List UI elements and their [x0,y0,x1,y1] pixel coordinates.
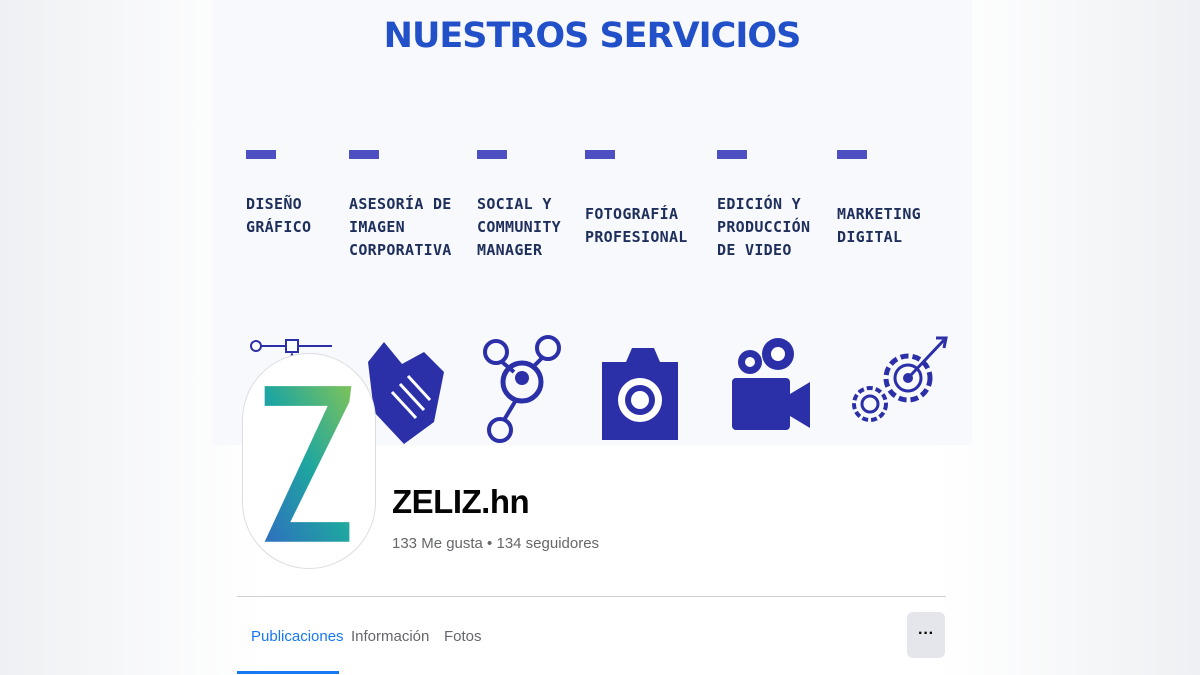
service-edicion-video: EDICIÓN Y PRODUCCIÓN DE VIDEO [717,150,810,262]
service-social-community: SOCIAL Y COMMUNITY MANAGER [477,150,561,262]
tab-informacion[interactable]: Información [351,612,429,662]
service-label: DISEÑO GRÁFICO [246,195,312,236]
service-marketing-digital: MARKETING DIGITAL [837,150,921,249]
service-label: MARKETING DIGITAL [837,205,921,246]
zeliz-z-logo-icon [264,386,352,542]
social-network-icon [482,332,566,444]
divider [237,596,946,597]
service-bar [246,150,276,159]
service-bar [585,150,615,159]
gears-target-icon [850,332,950,444]
service-bar [837,150,867,159]
handshake-icon [364,332,448,444]
tab-fotos[interactable]: Fotos [444,612,482,662]
cover-title: NUESTROS SERVICIOS [383,16,802,56]
profile-picture[interactable] [242,353,376,569]
service-bar [477,150,507,159]
service-bar [717,150,747,159]
service-diseno-grafico: DISEÑO GRÁFICO [246,150,311,239]
service-bar [349,150,379,159]
service-label: EDICIÓN Y PRODUCCIÓN DE VIDEO [717,195,811,259]
more-options-button[interactable]: ··· [907,612,945,658]
service-label: ASESORÍA DE IMAGEN CORPORATIVA [349,195,452,259]
service-fotografia: FOTOGRAFÍA PROFESIONAL [585,150,688,249]
video-camera-icon [728,332,812,444]
tab-publicaciones[interactable]: Publicaciones [251,612,344,662]
service-asesoria-imagen: ASESORÍA DE IMAGEN CORPORATIVA [349,150,452,262]
page-stats: 133 Me gusta • 134 seguidores [392,535,600,552]
service-label: FOTOGRAFÍA PROFESIONAL [585,205,688,246]
page-title: ZELIZ.hn [392,483,530,520]
active-tab-indicator [237,671,339,674]
service-label: SOCIAL Y COMMUNITY MANAGER [477,195,561,259]
camera-icon [598,332,682,444]
